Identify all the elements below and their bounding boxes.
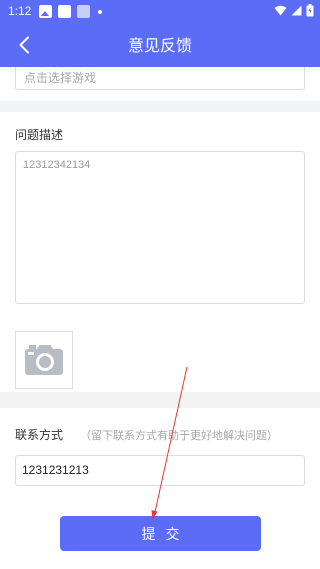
system-icons: [274, 4, 314, 17]
more-notifications-icon: [98, 9, 102, 14]
contact-input[interactable]: 1231231213: [15, 455, 305, 486]
app-notification-icon: [58, 5, 71, 18]
contact-hint: （留下联系方式有助于更好地解决问题）: [80, 429, 278, 442]
wifi-icon: [274, 5, 287, 16]
camera-icon: [25, 345, 63, 375]
add-photo-button[interactable]: [15, 331, 73, 389]
submit-label: 提交: [141, 526, 190, 543]
contact-section: 联系方式 （留下联系方式有助于更好地解决问题） 1231231213 提交: [0, 408, 320, 569]
game-select-placeholder: 点击选择游戏: [24, 71, 97, 85]
contact-label: 联系方式: [15, 428, 64, 442]
submit-button[interactable]: 提交: [60, 516, 261, 551]
game-section: 点击选择游戏: [0, 67, 320, 101]
description-label: 问题描述: [15, 128, 64, 142]
description-section: 问题描述 12312342134: [0, 112, 320, 392]
game-select[interactable]: 点击选择游戏: [15, 67, 305, 90]
description-text: 12312342134: [23, 159, 91, 171]
notification-icons: [39, 5, 102, 18]
signal-icon: [291, 5, 302, 16]
image-notification-icon: [39, 5, 52, 18]
page-title: 意见反馈: [127, 36, 192, 55]
app-bar: 意见反馈: [0, 23, 320, 67]
status-time: 1:12: [8, 4, 32, 18]
status-bar: 1:12: [0, 0, 320, 23]
description-textarea[interactable]: 12312342134: [15, 151, 305, 304]
contact-input-value: 1231231213: [22, 463, 89, 477]
battery-icon: [306, 4, 314, 17]
app-notification-icon: [77, 5, 90, 18]
